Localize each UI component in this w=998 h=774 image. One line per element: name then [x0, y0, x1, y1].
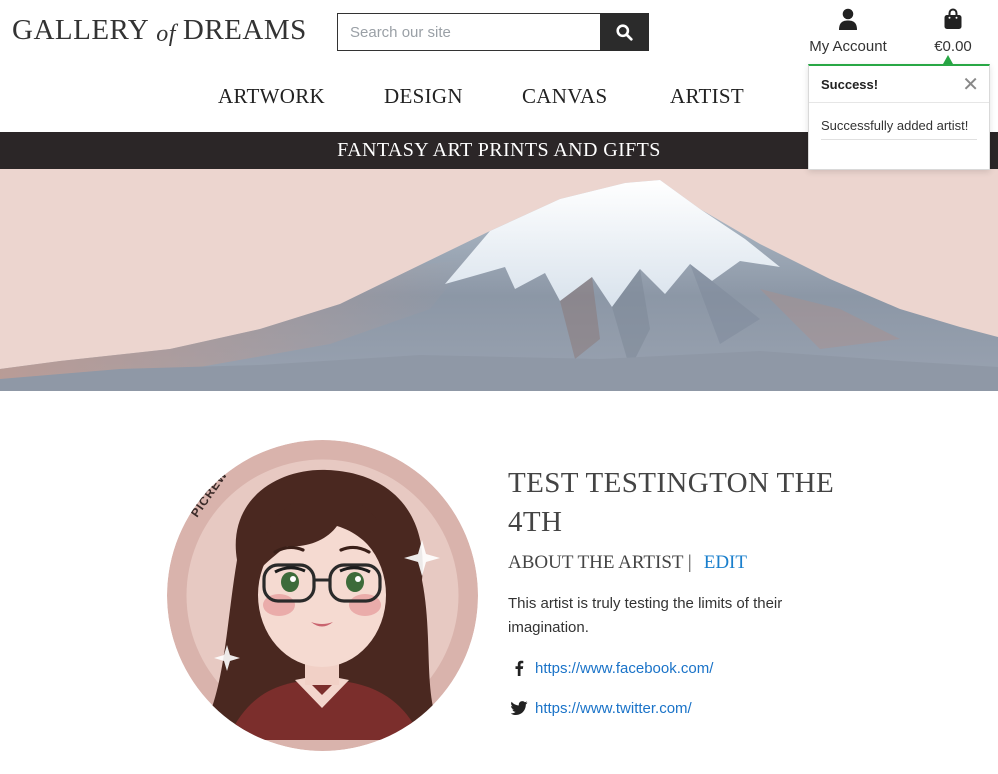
nav-item-canvas[interactable]: CANVAS: [522, 84, 607, 109]
edit-artist-link[interactable]: EDIT: [704, 552, 747, 574]
artist-avatar: PICREW: [167, 440, 478, 751]
user-icon: [839, 8, 857, 30]
toast-body: Successfully added artist!: [809, 103, 989, 140]
artist-bio: This artist is truly testing the limits …: [508, 595, 783, 636]
facebook-link[interactable]: https://www.facebook.com/: [535, 660, 713, 677]
toast-message: Successfully added artist!: [821, 118, 977, 140]
avatar-illustration: PICREW: [167, 440, 478, 751]
my-account-button[interactable]: My Account: [801, 8, 895, 55]
twitter-link[interactable]: https://www.twitter.com/: [535, 700, 692, 717]
hero-image: [0, 169, 998, 391]
social-link-twitter: https://www.twitter.com/: [508, 697, 848, 719]
mountain-illustration: [0, 180, 998, 391]
logo-text-dreams: DREAMS: [182, 14, 307, 46]
bag-total: €0.00: [934, 38, 972, 55]
site-logo[interactable]: GALLERY of DREAMS: [12, 14, 307, 50]
facebook-icon: [508, 660, 530, 676]
search-icon: [616, 23, 633, 41]
success-toast: Success! ✕ Successfully added artist!: [808, 64, 990, 170]
logo-text-of: of: [156, 21, 176, 47]
artist-info: TEST TESTINGTON THE 4TH ABOUT THE ARTIST…: [508, 464, 848, 719]
about-row: ABOUT THE ARTIST | EDIT: [508, 552, 848, 574]
nav-item-artist[interactable]: ARTIST: [670, 84, 744, 109]
toast-header: Success! ✕: [809, 66, 989, 103]
close-icon[interactable]: ✕: [962, 74, 979, 94]
search-button[interactable]: [600, 13, 649, 51]
social-link-facebook: https://www.facebook.com/: [508, 657, 848, 679]
nav-item-design[interactable]: DESIGN: [384, 84, 463, 109]
search-form: [337, 13, 649, 51]
shopping-bag-icon: [944, 8, 962, 29]
artist-name: TEST TESTINGTON THE 4TH: [508, 467, 835, 538]
logo-text-gallery: GALLERY: [12, 14, 150, 46]
toast-arrow: [943, 55, 953, 64]
twitter-icon: [508, 701, 530, 715]
nav-item-artwork[interactable]: ARTWORK: [218, 84, 325, 109]
my-account-label: My Account: [809, 38, 887, 55]
promo-banner-text: FANTASY ART PRINTS AND GIFTS: [337, 139, 661, 161]
shopping-bag-button[interactable]: €0.00: [924, 8, 982, 55]
toast-title: Success!: [821, 76, 879, 92]
search-input[interactable]: [337, 13, 600, 51]
about-the-artist-label: ABOUT THE ARTIST |: [508, 552, 692, 573]
